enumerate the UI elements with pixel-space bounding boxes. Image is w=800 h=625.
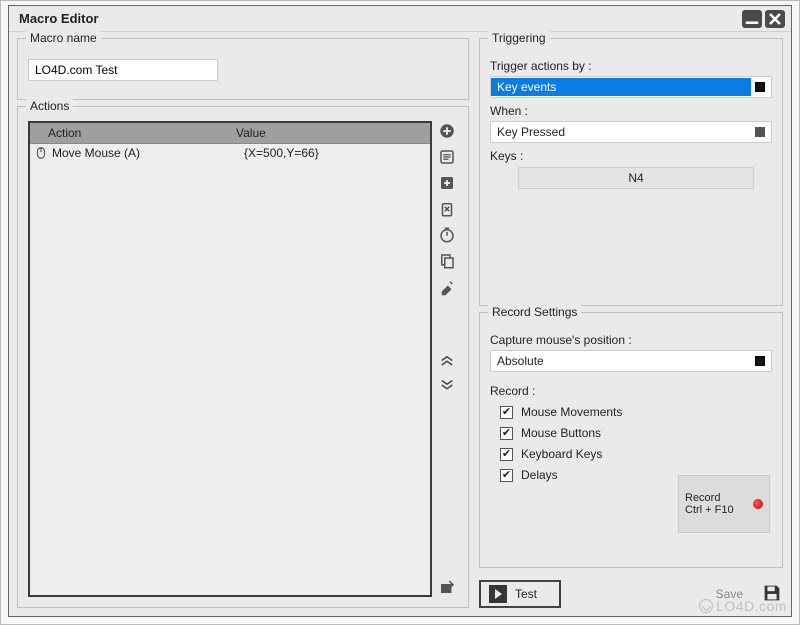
- actions-title: Actions: [26, 99, 73, 113]
- delete-action-button[interactable]: [437, 199, 457, 219]
- mouse-icon: [34, 146, 48, 160]
- checkbox-icon: ✔: [500, 427, 513, 440]
- timer-button[interactable]: [437, 225, 457, 245]
- column-value[interactable]: Value: [230, 123, 430, 143]
- capture-label: Capture mouse's position :: [490, 333, 772, 347]
- checkbox-label: Keyboard Keys: [521, 447, 602, 461]
- when-select[interactable]: Key Pressed: [490, 121, 772, 143]
- export-button[interactable]: [437, 577, 457, 597]
- minimize-button[interactable]: [742, 10, 762, 28]
- triggering-group: Triggering Trigger actions by : Key even…: [479, 38, 783, 306]
- checkbox-label: Mouse Movements: [521, 405, 622, 419]
- when-label: When :: [490, 104, 772, 118]
- macro-name-group: Macro name: [17, 38, 469, 100]
- save-label: Save: [716, 587, 743, 601]
- record-label-1: Record: [685, 492, 747, 504]
- close-button[interactable]: [765, 10, 785, 28]
- record-settings-title: Record Settings: [488, 305, 581, 319]
- trigger-by-label: Trigger actions by :: [490, 59, 772, 73]
- checkbox-mouse-movements[interactable]: ✔ Mouse Movements: [500, 405, 772, 419]
- dropdown-icon: [751, 352, 769, 370]
- actions-header: Action Value: [30, 123, 430, 144]
- move-up-button[interactable]: [437, 349, 457, 369]
- actions-toolbar: [436, 121, 458, 597]
- dropdown-icon: [751, 78, 769, 96]
- duplicate-button[interactable]: [437, 251, 457, 271]
- add-action-button[interactable]: [437, 121, 457, 141]
- capture-select[interactable]: Absolute: [490, 350, 772, 372]
- actions-list[interactable]: Action Value Move Mouse (A) {X=500,Y=66}: [28, 121, 432, 597]
- record-label: Record :: [490, 384, 772, 398]
- checkbox-icon: ✔: [500, 469, 513, 482]
- record-label-2: Ctrl + F10: [685, 504, 747, 516]
- save-button[interactable]: [761, 582, 783, 607]
- add-box-button[interactable]: [437, 173, 457, 193]
- keys-label: Keys :: [490, 149, 772, 163]
- test-button[interactable]: Test: [479, 580, 561, 608]
- window-title: Macro Editor: [19, 11, 739, 26]
- checkbox-icon: ✔: [500, 448, 513, 461]
- record-dot-icon: [753, 499, 763, 509]
- checkbox-keyboard-keys[interactable]: ✔ Keyboard Keys: [500, 447, 772, 461]
- edit-action-button[interactable]: [437, 147, 457, 167]
- checkbox-label: Delays: [521, 468, 558, 482]
- table-row[interactable]: Move Mouse (A) {X=500,Y=66}: [30, 144, 430, 162]
- trigger-by-value: Key events: [491, 78, 751, 96]
- play-icon: [489, 585, 507, 603]
- move-down-button[interactable]: [437, 375, 457, 395]
- titlebar: Macro Editor: [9, 6, 791, 32]
- row-value: {X=500,Y=66}: [244, 146, 426, 160]
- checkbox-icon: ✔: [500, 406, 513, 419]
- trigger-by-select[interactable]: Key events: [490, 76, 772, 98]
- capture-value: Absolute: [491, 352, 751, 370]
- dropdown-icon: [751, 123, 769, 141]
- macro-name-label: Macro name: [26, 31, 101, 45]
- checkbox-label: Mouse Buttons: [521, 426, 601, 440]
- macro-name-input[interactable]: [28, 59, 218, 81]
- clear-button[interactable]: [437, 277, 457, 297]
- record-settings-group: Record Settings Capture mouse's position…: [479, 312, 783, 568]
- macro-editor-window: Macro Editor Macro name Actions: [8, 5, 792, 617]
- record-button[interactable]: Record Ctrl + F10: [678, 475, 770, 533]
- triggering-title: Triggering: [488, 31, 550, 45]
- actions-group: Actions Action Value: [17, 106, 469, 608]
- bottom-bar: Test Save: [479, 580, 783, 608]
- column-action[interactable]: Action: [30, 123, 230, 143]
- when-value: Key Pressed: [491, 123, 751, 141]
- row-action: Move Mouse (A): [52, 146, 244, 160]
- test-label: Test: [515, 587, 537, 601]
- checkbox-mouse-buttons[interactable]: ✔ Mouse Buttons: [500, 426, 772, 440]
- keys-value: N4: [628, 171, 643, 185]
- keys-display[interactable]: N4: [518, 167, 754, 189]
